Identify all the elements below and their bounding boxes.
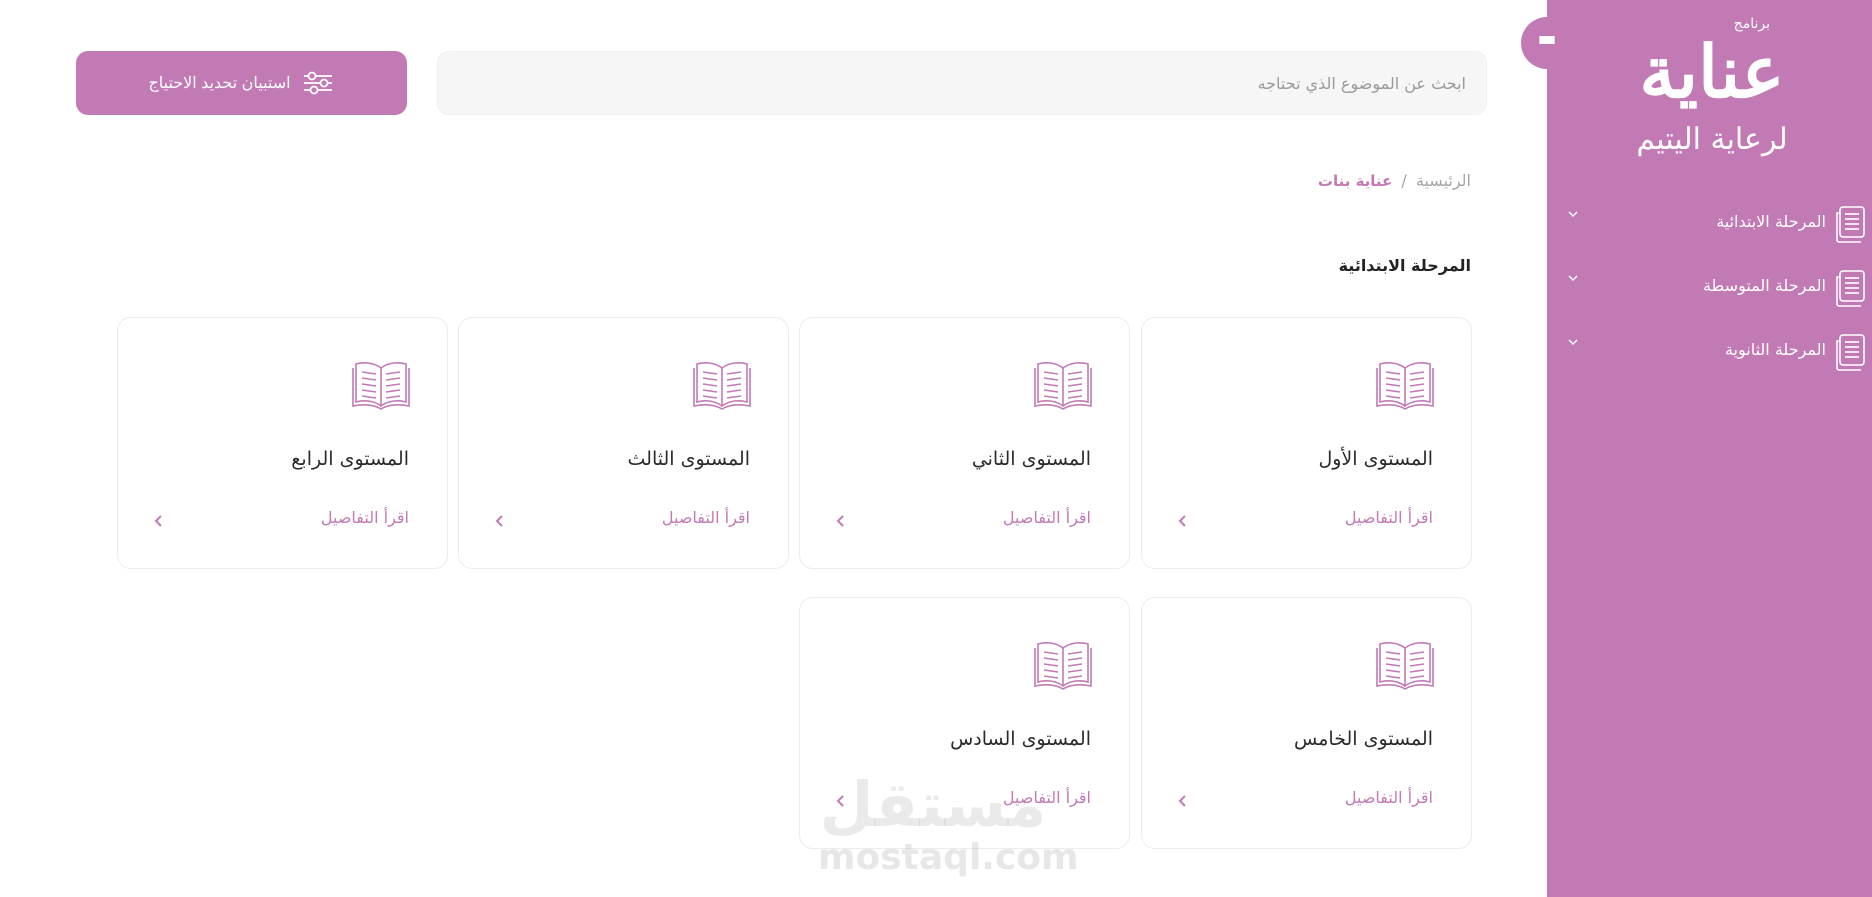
open-book-icon [1034,362,1092,410]
read-details-link[interactable]: اقرأ التفاصيل [1345,508,1433,527]
sidebar: برنامج عناية لرعاية اليتيم المرحلة الابت… [1521,0,1872,897]
logo-main-text: عناية [1639,29,1785,114]
open-book-icon [1034,642,1092,690]
chevron-left-icon[interactable] [150,512,168,530]
breadcrumb-current: عناية بنات [1317,172,1393,190]
sidebar-item-label: المرحلة الثانوية [1724,340,1826,359]
chevron-left-icon[interactable] [832,512,850,530]
needs-survey-button[interactable]: استبيان تحديد الاحتياج [76,51,407,115]
breadcrumb: الرئيسية / عناية بنات [1318,171,1471,190]
card-title: المستوى الأول [1318,448,1433,470]
needs-survey-label: استبيان تحديد الاحتياج [148,75,291,92]
level-card-1[interactable]: المستوى الأول اقرأ التفاصيل [1141,317,1472,569]
read-details-link[interactable]: اقرأ التفاصيل [1003,788,1091,807]
card-title: المستوى الرابع [291,448,409,470]
sliders-icon [303,71,332,95]
level-card-4[interactable]: المستوى الرابع اقرأ التفاصيل [117,317,448,569]
chevron-left-icon[interactable] [491,512,509,530]
open-book-icon [693,362,751,410]
read-details-link[interactable]: اقرأ التفاصيل [1345,788,1433,807]
card-title: المستوى الخامس [1294,728,1433,750]
sidebar-item-primary[interactable]: المرحلة الابتدائية [1547,196,1872,246]
read-details-link[interactable]: اقرأ التفاصيل [662,508,750,527]
sidebar-item-label: المرحلة الابتدائية [1716,212,1826,231]
open-book-icon [1376,362,1434,410]
read-details-link[interactable]: اقرأ التفاصيل [1003,508,1091,527]
open-book-icon [352,362,410,410]
chevron-left-icon[interactable] [1174,792,1192,810]
chevron-down-icon[interactable] [1565,206,1581,222]
sidebar-item-intermediate[interactable]: المرحلة المتوسطة [1547,260,1872,310]
logo-sub-text: لرعاية اليتيم [1636,122,1788,157]
section-title: المرحلة الابتدائية [1338,256,1471,275]
read-details-link[interactable]: اقرأ التفاصيل [321,508,409,527]
level-card-6[interactable]: المستوى السادس اقرأ التفاصيل [799,597,1130,849]
chevron-left-icon[interactable] [832,792,850,810]
level-card-5[interactable]: المستوى الخامس اقرأ التفاصيل [1141,597,1472,849]
search-input[interactable] [486,52,1466,114]
logo[interactable]: برنامج عناية لرعاية اليتيم [1632,14,1792,164]
card-title: المستوى السادس [950,728,1091,750]
book-stack-icon [1836,270,1865,307]
menu-icon [1539,36,1555,50]
chevron-down-icon[interactable] [1565,270,1581,286]
level-card-2[interactable]: المستوى الثاني اقرأ التفاصيل [799,317,1130,569]
card-title: المستوى الثالث [627,448,751,470]
chevron-left-icon[interactable] [1174,512,1192,530]
menu-toggle-button[interactable] [1521,17,1573,69]
book-stack-icon [1836,334,1865,371]
breadcrumb-separator: / [1401,171,1407,190]
breadcrumb-home[interactable]: الرئيسية [1416,171,1471,190]
open-book-icon [1376,642,1434,690]
sidebar-item-label: المرحلة المتوسطة [1702,276,1826,295]
book-stack-icon [1836,206,1865,243]
chevron-down-icon[interactable] [1565,334,1581,350]
sidebar-item-secondary[interactable]: المرحلة الثانوية [1547,324,1872,374]
card-title: المستوى الثاني [971,448,1091,470]
level-card-3[interactable]: المستوى الثالث اقرأ التفاصيل [458,317,789,569]
search-bar [437,51,1487,115]
